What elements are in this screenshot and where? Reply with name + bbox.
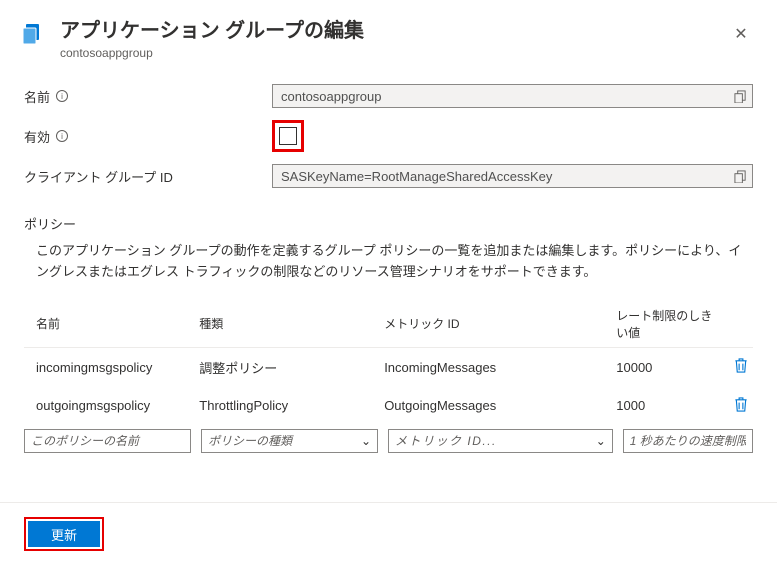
info-icon[interactable]: i [56, 90, 68, 102]
col-type: 種類 [199, 315, 374, 332]
policy-section-title: ポリシー [24, 214, 753, 233]
policy-section: ポリシー このアプリケーション グループの動作を定義するグループ ポリシーの一覧… [0, 196, 777, 283]
copy-document-icon [20, 34, 44, 49]
cell-metric: OutgoingMessages [384, 398, 606, 413]
row-client-group: クライアント グループ ID [24, 156, 753, 196]
new-policy-rate-input[interactable] [623, 429, 753, 453]
client-group-label: クライアント グループ ID [24, 167, 173, 186]
enabled-checkbox[interactable] [279, 127, 297, 145]
cell-type: 調整ポリシー [199, 358, 374, 377]
info-icon[interactable]: i [56, 130, 68, 142]
copy-icon [734, 170, 747, 183]
name-label: 名前 [24, 87, 50, 106]
update-button-highlight: 更新 [24, 517, 104, 551]
col-rate: レート制限のしきい値 [616, 307, 719, 341]
name-input[interactable] [272, 84, 753, 108]
header-icon [20, 18, 52, 49]
dropdown-placeholder: ポリシーの種類 [208, 432, 292, 449]
panel-header: アプリケーション グループの編集 contosoappgroup ✕ [0, 0, 777, 76]
cell-rate: 10000 [616, 360, 719, 375]
new-policy-name-input[interactable] [24, 429, 191, 453]
dropdown-placeholder: メトリック ID... [395, 432, 497, 449]
update-button[interactable]: 更新 [28, 521, 100, 547]
col-name: 名前 [24, 315, 189, 332]
cell-name: outgoingmsgspolicy [24, 398, 189, 413]
cell-type: ThrottlingPolicy [199, 398, 374, 413]
cell-metric: IncomingMessages [384, 360, 606, 375]
new-policy-metric-dropdown[interactable]: メトリック ID... ⌄ [388, 429, 613, 453]
table-row: incomingmsgspolicy 調整ポリシー IncomingMessag… [24, 348, 753, 387]
policy-table: 名前 種類 メトリック ID レート制限のしきい値 incomingmsgspo… [0, 301, 777, 453]
new-policy-type-dropdown[interactable]: ポリシーの種類 ⌄ [201, 429, 378, 453]
col-metric: メトリック ID [384, 315, 606, 332]
row-enabled: 有効 i [24, 116, 753, 156]
footer: 更新 [0, 502, 777, 565]
cell-rate: 1000 [616, 398, 719, 413]
enabled-label: 有効 [24, 127, 50, 146]
copy-name-button[interactable] [731, 87, 749, 105]
page-subtitle: contosoappgroup [60, 46, 725, 60]
close-button[interactable]: ✕ [725, 18, 757, 50]
copy-icon [734, 90, 747, 103]
enabled-checkbox-highlight [272, 120, 304, 152]
table-row: outgoingmsgspolicy ThrottlingPolicy Outg… [24, 387, 753, 425]
delete-row-button[interactable] [734, 397, 748, 415]
table-new-row: ポリシーの種類 ⌄ メトリック ID... ⌄ [24, 425, 753, 453]
close-icon: ✕ [734, 24, 747, 44]
copy-client-group-button[interactable] [731, 167, 749, 185]
row-name: 名前 i [24, 76, 753, 116]
chevron-down-icon: ⌄ [361, 434, 371, 448]
policy-section-description: このアプリケーション グループの動作を定義するグループ ポリシーの一覧を追加また… [24, 241, 753, 283]
trash-icon [734, 358, 748, 373]
table-header: 名前 種類 メトリック ID レート制限のしきい値 [24, 301, 753, 348]
cell-name: incomingmsgspolicy [24, 360, 189, 375]
page-title: アプリケーション グループの編集 [60, 18, 725, 44]
delete-row-button[interactable] [734, 358, 748, 376]
client-group-input[interactable] [272, 164, 753, 188]
trash-icon [734, 397, 748, 412]
chevron-down-icon: ⌄ [596, 434, 606, 448]
